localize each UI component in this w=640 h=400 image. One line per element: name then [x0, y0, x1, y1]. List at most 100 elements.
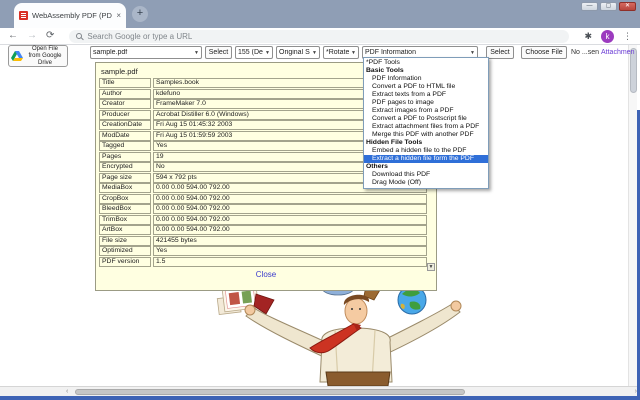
minimize-button[interactable]: —: [581, 2, 598, 11]
pdf-favicon-icon: [19, 11, 28, 20]
table-row: ArtBox 0.00 0.00 594.00 792.00: [99, 225, 433, 236]
no-file-chosen-text: No ...sen: [571, 49, 599, 56]
field-label: Title: [99, 78, 151, 88]
tools-menu-item[interactable]: PDF Information: [364, 75, 488, 83]
maximize-button[interactable]: ▢: [600, 2, 617, 11]
titlebar: WebAssembly PDF (PDF, PS, XP × + — ▢ ✕: [0, 0, 640, 28]
tools-menu-item[interactable]: Embed a hidden file to the PDF: [364, 147, 488, 155]
tools-menu-item[interactable]: *PDF Tools: [364, 59, 488, 67]
field-value: 1.5: [153, 257, 427, 267]
field-label: Page size: [99, 173, 151, 183]
tab-close-icon[interactable]: ×: [116, 12, 121, 20]
extensions-icon[interactable]: ✱: [584, 31, 592, 42]
avatar[interactable]: k: [601, 30, 614, 43]
browser-window: WebAssembly PDF (PDF, PS, XP × + — ▢ ✕ ←…: [0, 0, 640, 400]
tab-title: WebAssembly PDF (PDF, PS, XP: [32, 11, 112, 20]
field-label: ModDate: [99, 131, 151, 141]
tools-menu-item[interactable]: Drag Mode (Off): [364, 179, 488, 187]
field-value: 0.00 0.00 594.00 792.00: [153, 215, 427, 225]
forward-icon: →: [27, 31, 37, 41]
chevron-down-icon: ▼: [470, 50, 475, 56]
rotate-select-value: *Rotate*: [326, 49, 349, 56]
tools-menu-item[interactable]: Hidden File Tools: [364, 139, 488, 147]
field-label: CropBox: [99, 194, 151, 204]
tools-menu-item[interactable]: Download this PDF: [364, 171, 488, 179]
field-label: Creator: [99, 99, 151, 109]
pdf-tools-menu: *PDF ToolsBasic ToolsPDF InformationConv…: [363, 57, 489, 189]
zoom-select[interactable]: 155 (Defa ▼: [235, 46, 273, 59]
chevron-down-icon: ▼: [194, 50, 199, 56]
attachments-link[interactable]: Attachmen: [601, 49, 634, 56]
table-row: File size 421455 bytes: [99, 236, 433, 247]
table-row: PDF version 1.5: [99, 257, 433, 268]
field-value: Yes: [153, 246, 427, 256]
page-content: Open File from Google Drive sample.pdf ▼…: [0, 45, 640, 386]
field-label: Author: [99, 89, 151, 99]
omnibox[interactable]: Search Google or type a URL: [69, 30, 569, 43]
tools-menu-item[interactable]: Others: [364, 163, 488, 171]
field-label: Tagged: [99, 141, 151, 151]
zoom-select-value: 155 (Defa: [238, 49, 263, 56]
size-select-value: Original Siz: [279, 49, 310, 56]
browser-tab[interactable]: WebAssembly PDF (PDF, PS, XP ×: [14, 3, 126, 28]
field-label: Optimized: [99, 246, 151, 256]
field-value: 421455 bytes: [153, 236, 427, 246]
field-label: BleedBox: [99, 204, 151, 214]
field-label: TrimBox: [99, 215, 151, 225]
tools-menu-item[interactable]: Basic Tools: [364, 67, 488, 75]
reload-icon[interactable]: ⟳: [46, 31, 54, 41]
field-value: 0.00 0.00 594.00 792.00: [153, 194, 427, 204]
file-select-value: sample.pdf: [93, 49, 192, 56]
vertical-scrollbar[interactable]: [628, 45, 637, 386]
open-from-drive-button[interactable]: Open File from Google Drive: [8, 45, 68, 67]
close-panel-link[interactable]: Close: [99, 270, 433, 279]
table-row: CropBox 0.00 0.00 594.00 792.00: [99, 194, 433, 205]
tools-menu-item[interactable]: Merge this PDF with another PDF: [364, 131, 488, 139]
chevron-down-icon: ▼: [265, 50, 270, 56]
size-select[interactable]: Original Siz ▼: [276, 46, 320, 59]
browser-toolbar: ← → ⟳ Search Google or type a URL ✱ k ⋮: [0, 28, 640, 45]
tools-menu-item[interactable]: Extract texts from a PDF: [364, 91, 488, 99]
tools-menu-item[interactable]: Convert a PDF to Postscript file: [364, 115, 488, 123]
choose-file-button[interactable]: Choose File: [521, 46, 567, 59]
window-frame-bottom: [0, 396, 640, 400]
table-row: BleedBox 0.00 0.00 594.00 792.00: [99, 204, 433, 215]
open-from-drive-label: Open File from Google Drive: [25, 46, 65, 67]
chevron-down-icon: ▼: [351, 50, 356, 56]
scroll-left-icon[interactable]: ‹: [66, 388, 68, 396]
run-tool-button[interactable]: Select: [486, 46, 514, 59]
tools-menu-item[interactable]: Extract attachment files from a PDF: [364, 123, 488, 131]
select-file-button[interactable]: Select: [205, 46, 232, 59]
rotate-select[interactable]: *Rotate* ▼: [323, 46, 359, 59]
back-icon[interactable]: ←: [8, 31, 18, 41]
field-label: Pages: [99, 152, 151, 162]
file-select[interactable]: sample.pdf ▼: [90, 46, 202, 59]
tools-menu-item[interactable]: Extract a hidden file form the PDF: [364, 155, 488, 163]
field-label: MediaBox: [99, 183, 151, 193]
table-row: TrimBox 0.00 0.00 594.00 792.00: [99, 215, 433, 226]
tools-menu-item[interactable]: Extract images from a PDF: [364, 107, 488, 115]
field-label: Producer: [99, 110, 151, 120]
field-value: 0.00 0.00 594.00 792.00: [153, 225, 427, 235]
menu-kebab-icon[interactable]: ⋮: [623, 31, 632, 42]
horizontal-scrollbar[interactable]: ‹ ›: [0, 386, 640, 396]
tools-menu-item[interactable]: PDF pages to image: [364, 99, 488, 107]
search-icon: [76, 33, 82, 39]
field-label: PDF version: [99, 257, 151, 267]
pdf-tools-select-value: PDF Information: [365, 49, 468, 56]
table-row: Optimized Yes: [99, 246, 433, 257]
field-label: ArtBox: [99, 225, 151, 235]
field-label: File size: [99, 236, 151, 246]
chevron-down-icon: ▼: [312, 50, 317, 56]
google-drive-icon: [11, 51, 23, 61]
panel-scroll-down-icon[interactable]: ▼: [427, 263, 435, 271]
field-label: CreationDate: [99, 120, 151, 130]
window-controls: — ▢ ✕: [581, 2, 636, 11]
field-value: 0.00 0.00 594.00 792.00: [153, 204, 427, 214]
new-tab-button[interactable]: +: [132, 6, 148, 22]
close-window-button[interactable]: ✕: [619, 2, 636, 11]
tools-menu-item[interactable]: Convert a PDF to HTML file: [364, 83, 488, 91]
pdf-page-illustration: [170, 284, 470, 386]
omnibox-placeholder: Search Google or type a URL: [87, 32, 192, 41]
horizontal-scrollbar-thumb[interactable]: [75, 389, 465, 395]
